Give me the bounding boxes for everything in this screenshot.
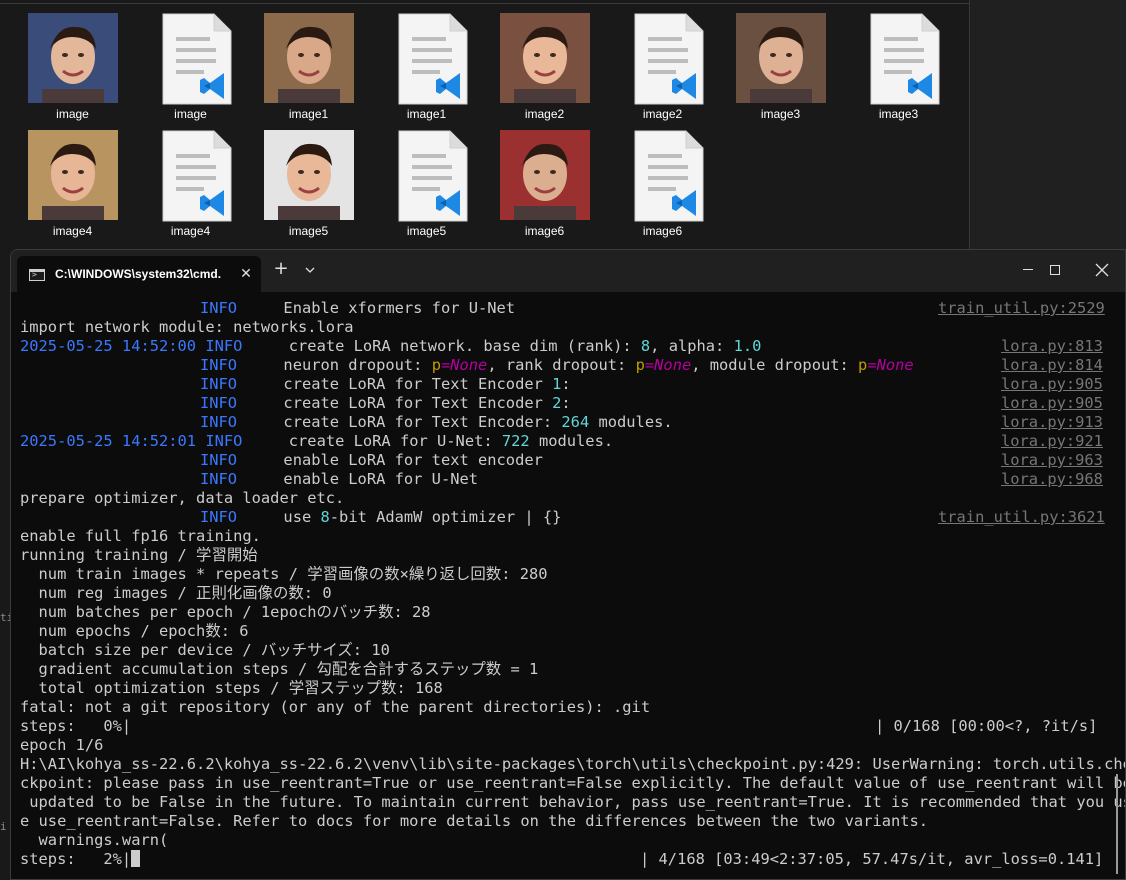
- console-line: INFO enable LoRA for text encoder: [200, 451, 543, 469]
- console-line: updated to be False in the future. To ma…: [20, 793, 1126, 811]
- file-name-label: image5: [288, 224, 329, 238]
- terminal-titlebar[interactable]: C:\WINDOWS\system32\cmd. ✕ +: [11, 250, 1125, 292]
- source-ref: train_util.py:2529: [938, 299, 1105, 317]
- console-line: INFO create LoRA for Text Encoder: 264 m…: [200, 413, 673, 431]
- vscode-file-tile[interactable]: image5: [364, 130, 482, 247]
- source-ref: lora.py:968: [1001, 470, 1103, 488]
- photo-thumbnail: [264, 13, 354, 103]
- vscode-file-tile[interactable]: image6: [600, 130, 718, 247]
- console-line: INFO create LoRA for Text Encoder 1:: [200, 375, 571, 393]
- explorer-divider: [0, 3, 970, 4]
- console-line: num reg images / 正則化画像の数: 0: [20, 584, 332, 602]
- console-line: import network module: networks.lora: [20, 318, 354, 336]
- console-line: fatal: not a git repository (or any of t…: [20, 698, 651, 716]
- console-line: 2025-05-25 14:52:00 INFO create LoRA net…: [20, 337, 762, 355]
- file-name-label: image: [56, 107, 89, 121]
- file-name-label: image4: [52, 224, 93, 238]
- close-window-button[interactable]: [1094, 262, 1110, 278]
- console-line: running training / 学習開始: [20, 546, 258, 564]
- console-output[interactable]: INFO Enable xformers for U-Net train_uti…: [11, 292, 1126, 879]
- progress-status: | 4/168 [03:49<2:37:05, 57.47s/it, avr_l…: [640, 850, 1104, 868]
- source-ref: lora.py:913: [1001, 413, 1103, 431]
- source-ref: lora.py:921: [1001, 432, 1103, 450]
- vscode-file-tile[interactable]: image4: [128, 130, 246, 247]
- new-tab-button[interactable]: +: [272, 260, 290, 279]
- console-line: 2025-05-25 14:52:01 INFO create LoRA for…: [20, 432, 614, 450]
- console-line: gradient accumulation steps / 勾配を合計するステッ…: [20, 660, 539, 678]
- console-line: warnings.warn(: [20, 831, 169, 849]
- file-name-label: image: [174, 107, 207, 121]
- console-line: H:\AI\kohya_ss-22.6.2\kohya_ss-22.6.2\ve…: [20, 755, 1126, 773]
- progress-status: | 0/168 [00:00<?, ?it/s]: [875, 717, 1098, 735]
- console-line: INFO enable LoRA for U-Net: [200, 470, 479, 488]
- file-name-label: image2: [642, 107, 683, 121]
- image-file-tile[interactable]: image2: [482, 13, 600, 130]
- vscode-file-tile[interactable]: image1: [364, 13, 482, 130]
- source-ref: lora.py:905: [1001, 375, 1103, 393]
- cmd-icon: [29, 269, 45, 281]
- console-line: e use_reentrant=False. Refer to docs for…: [20, 812, 929, 830]
- file-name-label: image3: [760, 107, 801, 121]
- console-line: total optimization steps / 学習ステップ数: 168: [20, 679, 443, 697]
- console-line: INFO create LoRA for Text Encoder 2:: [200, 394, 571, 412]
- vscode-document-icon: [162, 130, 232, 222]
- photo-thumbnail: [500, 13, 590, 103]
- photo-thumbnail: [736, 13, 826, 103]
- console-line: prepare optimizer, data loader etc.: [20, 489, 345, 507]
- minimize-button[interactable]: [1023, 269, 1033, 270]
- terminal-tab[interactable]: C:\WINDOWS\system32\cmd. ✕: [17, 256, 261, 292]
- photo-thumbnail: [28, 130, 118, 220]
- image-file-tile[interactable]: image: [10, 13, 128, 130]
- console-line: INFO neuron dropout: p=None, rank dropou…: [200, 356, 914, 374]
- file-name-label: image2: [524, 107, 565, 121]
- scrollbar[interactable]: [1116, 774, 1118, 874]
- source-ref: lora.py:814: [1001, 356, 1103, 374]
- file-name-label: image6: [524, 224, 565, 238]
- image-file-tile[interactable]: image1: [246, 13, 364, 130]
- tab-title: C:\WINDOWS\system32\cmd.: [55, 267, 222, 281]
- console-line: INFO use 8-bit AdamW optimizer | {}: [200, 508, 562, 526]
- terminal-window[interactable]: C:\WINDOWS\system32\cmd. ✕ + INFO Enable…: [10, 249, 1126, 880]
- photo-thumbnail: [264, 130, 354, 220]
- image-file-tile[interactable]: image5: [246, 130, 364, 247]
- maximize-button[interactable]: [1050, 265, 1060, 275]
- image-file-tile[interactable]: image3: [718, 13, 836, 130]
- file-name-label: image5: [406, 224, 447, 238]
- photo-thumbnail: [28, 13, 118, 103]
- vscode-document-icon: [398, 13, 468, 105]
- progress-line: steps: 2%|: [20, 850, 141, 869]
- console-line: batch size per device / バッチサイズ: 10: [20, 641, 390, 659]
- console-line: num train images * repeats / 学習画像の数×繰り返し…: [20, 565, 548, 583]
- console-line: epoch 1/6: [20, 736, 104, 754]
- file-name-label: image6: [642, 224, 683, 238]
- progress-line: steps: 0%|: [20, 717, 132, 735]
- vscode-file-tile[interactable]: image3: [836, 13, 954, 130]
- console-line: ckpoint: please pass in use_reentrant=Tr…: [20, 774, 1126, 792]
- tab-close-button[interactable]: ✕: [237, 265, 255, 283]
- console-line: INFO Enable xformers for U-Net: [200, 299, 516, 317]
- source-ref: lora.py:963: [1001, 451, 1103, 469]
- console-line: enable full fp16 training.: [20, 527, 261, 545]
- vscode-document-icon: [162, 13, 232, 105]
- text-cursor: [131, 850, 141, 867]
- chevron-down-icon[interactable]: [302, 262, 318, 278]
- console-line: num epochs / epoch数: 6: [20, 622, 249, 640]
- photo-thumbnail: [500, 130, 590, 220]
- vscode-file-tile[interactable]: image: [128, 13, 246, 130]
- source-ref: lora.py:813: [1001, 337, 1103, 355]
- console-line: num batches per epoch / 1epochのバッチ数: 28: [20, 603, 431, 621]
- vscode-document-icon: [870, 13, 940, 105]
- file-name-label: image4: [170, 224, 211, 238]
- source-ref: train_util.py:3621: [938, 508, 1105, 526]
- file-name-label: image1: [288, 107, 329, 121]
- vscode-document-icon: [634, 13, 704, 105]
- image-file-tile[interactable]: image4: [10, 130, 128, 247]
- vscode-document-icon: [634, 130, 704, 222]
- file-name-label: image1: [406, 107, 447, 121]
- vscode-file-tile[interactable]: image2: [600, 13, 718, 130]
- image-file-tile[interactable]: image6: [482, 130, 600, 247]
- source-ref: lora.py:905: [1001, 394, 1103, 412]
- file-name-label: image3: [878, 107, 919, 121]
- vscode-document-icon: [398, 130, 468, 222]
